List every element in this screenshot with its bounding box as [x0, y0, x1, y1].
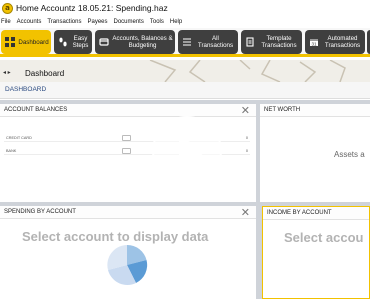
template-transactions-button[interactable]: Template Transactions: [241, 30, 302, 54]
home-accountz-logo-icon: a: [2, 2, 13, 14]
template-transactions-label: Template Transactions: [261, 35, 297, 49]
income-empty-message: Select accou: [284, 230, 364, 245]
footsteps-icon: [57, 36, 69, 48]
income-by-account-panel: INCOME BY ACCOUNT Select accou: [262, 206, 370, 299]
menu-tools[interactable]: Tools: [150, 19, 164, 25]
dashboard-grid-icon: [4, 36, 16, 48]
accounts-balances-budgeting-button[interactable]: Accounts, Balances & Budgeting: [95, 30, 175, 54]
account-bank-icon: [122, 148, 131, 154]
account-value: 0: [245, 136, 248, 140]
menu-payees[interactable]: Payees: [87, 19, 107, 25]
all-transactions-label: All Transactions: [197, 35, 234, 49]
net-worth-panel: NET WORTH Assets a: [260, 104, 370, 202]
main-toolbar: Dashboard Easy Steps Accounts, Balances …: [0, 28, 370, 57]
account-balances-title: ACCOUNT BALANCES: [0, 104, 256, 117]
list-icon: [181, 36, 193, 48]
title-bar: a Home Accountz 18.05.21: Spending.haz: [0, 0, 370, 16]
breadcrumb: DASHBOARD: [5, 86, 47, 93]
window-title: Home Accountz 18.05.21: Spending.haz: [16, 3, 168, 13]
menu-documents[interactable]: Documents: [114, 19, 144, 25]
svg-text:31: 31: [311, 41, 317, 46]
page-title: Dashboard: [25, 69, 65, 78]
dashboard-button[interactable]: Dashboard: [1, 30, 51, 54]
play-icon: [179, 135, 206, 169]
spending-pie-placeholder: [107, 244, 148, 285]
dashboard-button-label: Dashboard: [18, 38, 49, 46]
spending-by-account-panel: SPENDING BY ACCOUNT ✕ Select account to …: [0, 206, 256, 299]
all-transactions-button[interactable]: All Transactions: [178, 30, 238, 54]
spending-empty-message: Select account to display data: [22, 229, 209, 244]
accounts-balances-budgeting-label: Accounts, Balances & Budgeting: [112, 35, 173, 49]
account-name: BANK: [6, 149, 17, 153]
menu-help[interactable]: Help: [170, 19, 182, 25]
account-name: CREDIT CARD: [6, 136, 32, 140]
spending-by-account-title: SPENDING BY ACCOUNT: [0, 206, 256, 219]
close-icon[interactable]: ✕: [241, 208, 250, 219]
menu-transactions[interactable]: Transactions: [47, 19, 81, 25]
menu-bar: File Accounts Transactions Payees Docume…: [0, 16, 370, 27]
income-by-account-title: INCOME BY ACCOUNT: [263, 207, 369, 220]
breadcrumb-bar: [0, 82, 370, 99]
video-play-button[interactable]: [152, 116, 222, 186]
menu-accounts[interactable]: Accounts: [17, 19, 42, 25]
account-card-icon: [122, 135, 131, 141]
calendar-icon: 31: [308, 36, 320, 48]
accounts-icon: [98, 36, 110, 48]
account-value: 0: [245, 149, 248, 153]
net-worth-message: Assets a: [334, 150, 365, 159]
close-icon[interactable]: ✕: [241, 106, 250, 117]
nav-back-forward-icon[interactable]: ◂ ▸: [3, 69, 11, 76]
template-icon: [244, 36, 256, 48]
net-worth-title: NET WORTH: [260, 104, 370, 117]
automated-transactions-label: Automated Transactions: [324, 35, 361, 49]
automated-transactions-button[interactable]: 31 Automated Transactions: [305, 30, 365, 54]
easy-steps-button-label: Easy Steps: [72, 35, 89, 49]
menu-file[interactable]: File: [1, 19, 11, 25]
easy-steps-button[interactable]: Easy Steps: [54, 30, 92, 54]
